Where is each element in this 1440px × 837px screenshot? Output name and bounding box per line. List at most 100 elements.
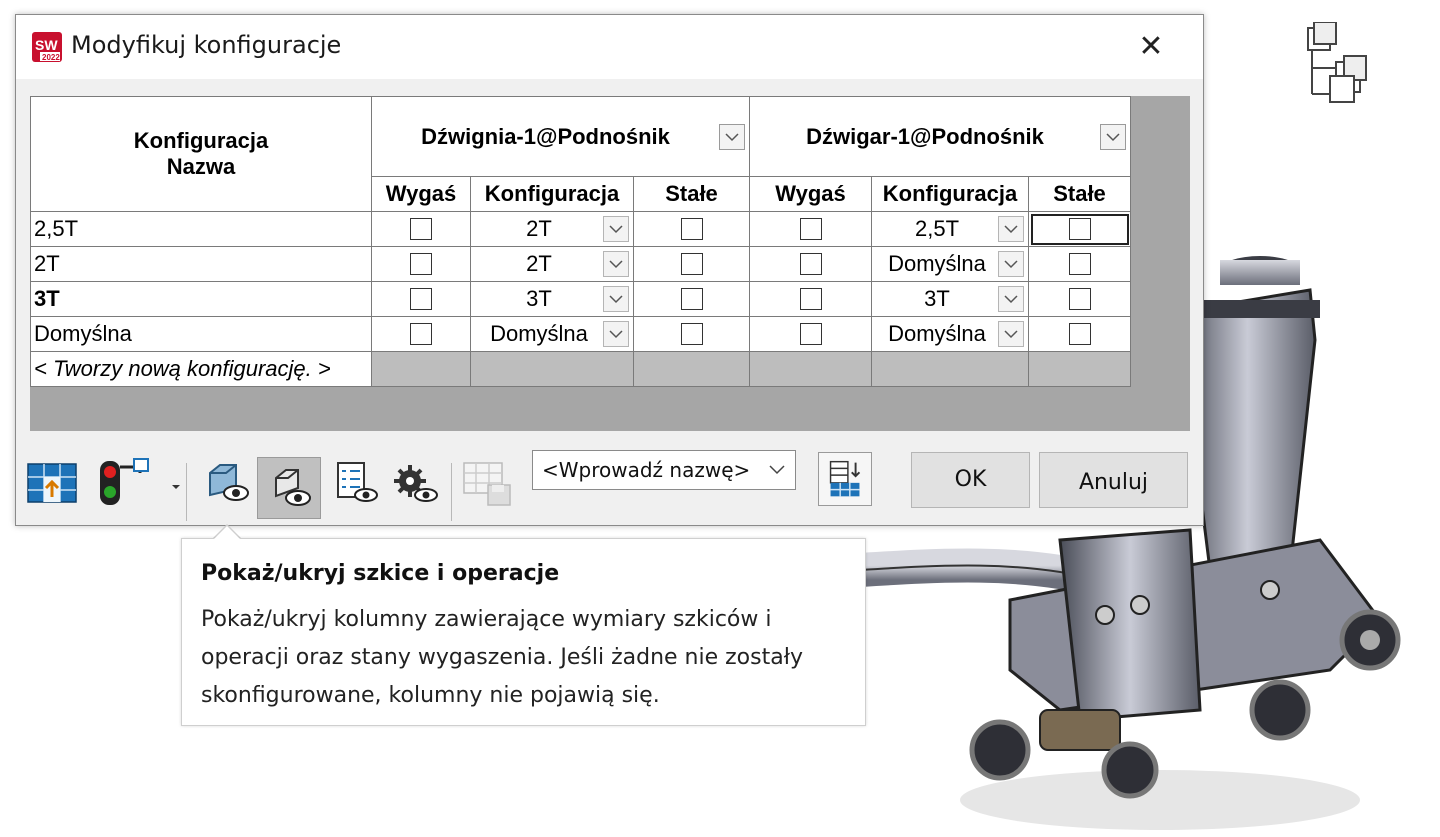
fixed-checkbox-cell[interactable] [633,316,750,352]
chevron-down-icon [1106,132,1120,141]
configuration-name-combo[interactable]: <Wprowadź nazwę> [532,450,796,490]
fixed-checkbox[interactable] [680,218,703,240]
configuration-dropdown[interactable] [603,251,629,277]
suppress-checkbox[interactable] [799,288,822,310]
suppress-checkbox-cell[interactable] [749,281,872,317]
configuration-select-cell[interactable]: 3T [470,281,634,317]
chevron-down-icon [609,260,623,269]
fixed-checkbox-cell[interactable] [633,211,750,247]
config-name-cell[interactable]: Domyślna [30,316,372,352]
suppress-checkbox-cell[interactable] [371,316,471,352]
fixed-checkbox[interactable] [680,323,703,345]
suppress-checkbox-cell[interactable] [749,316,872,352]
configuration-select-cell[interactable]: Domyślna [871,316,1029,352]
empty-cell [470,351,634,387]
toolbar-separator [451,463,452,521]
suppress-checkbox-cell[interactable] [749,211,872,247]
fixed-checkbox-cell[interactable] [1028,281,1131,317]
fixed-checkbox-cell[interactable] [1028,316,1131,352]
suppress-checkbox[interactable] [410,253,432,275]
fixed-checkbox-cell[interactable] [1028,211,1131,247]
empty-cell [871,351,1029,387]
configuration-dropdown[interactable] [998,216,1024,242]
fixed-header: Stałe [633,176,750,212]
configuration-dropdown[interactable] [603,216,629,242]
dialog-title: Modyfikuj konfiguracje [71,31,342,59]
toolbar-separator [186,463,187,521]
component-dropdown-button[interactable] [719,123,745,150]
suppress-checkbox-cell[interactable] [371,211,471,247]
configuration-select-cell[interactable]: Domyślna [871,246,1029,282]
configuration-dropdown[interactable] [603,286,629,312]
table-row: 2T 2T Domyślna [30,246,1131,282]
suppress-checkbox-cell[interactable] [749,246,872,282]
fixed-checkbox[interactable] [1068,288,1091,310]
configuration-select-cell[interactable]: 2T [470,211,634,247]
traffic-light-icon[interactable] [98,455,152,509]
show-hide-custom-props-icon[interactable] [330,455,384,509]
component-dropdown-button[interactable] [1100,123,1126,150]
show-hide-config-params-icon[interactable] [388,455,442,509]
empty-cell [1028,351,1131,387]
suppress-checkbox[interactable] [410,218,432,240]
fixed-checkbox[interactable] [680,288,703,310]
svg-text:2022: 2022 [42,53,60,62]
ok-button[interactable]: OK [911,452,1030,508]
suppress-checkbox[interactable] [799,218,822,240]
config-name-cell[interactable]: 2,5T [30,211,372,247]
configuration-dropdown[interactable] [998,321,1024,347]
configuration-name-header: Konfiguracja Nazwa [30,96,372,212]
table-row: Domyślna Domyślna Domyślna [30,316,1131,352]
configuration-dropdown[interactable] [998,286,1024,312]
chevron-down-icon [1004,260,1018,269]
suppress-checkbox[interactable] [410,288,432,310]
chevron-down-icon [1004,295,1018,304]
suppress-header: Wygaś [371,176,471,212]
new-configuration-cell[interactable]: < Tworzy nową konfigurację. > [30,351,372,387]
name-combo-value: <Wprowadź nazwę> [542,458,751,482]
configuration-dropdown[interactable] [998,251,1024,277]
config-name-cell[interactable]: 2T [30,246,372,282]
name-header-line2: Nazwa [166,154,236,179]
fixed-checkbox-cell[interactable] [633,246,750,282]
chevron-down-icon[interactable] [767,451,787,489]
config-name-cell[interactable]: 3T [30,281,372,317]
suppress-checkbox-cell[interactable] [371,281,471,317]
configuration-select-cell[interactable]: Domyślna [470,316,634,352]
table-view-options-icon[interactable] [818,452,872,506]
solidworks-2022-icon: SW 2022 [32,32,62,62]
configuration-select-cell[interactable]: 3T [871,281,1029,317]
save-table-icon[interactable] [460,455,514,509]
fixed-header: Stałe [1028,176,1131,212]
empty-cell [749,351,872,387]
cancel-button[interactable]: Anuluj [1039,452,1188,508]
fixed-checkbox[interactable] [1068,323,1091,345]
suppress-checkbox-cell[interactable] [371,246,471,282]
chevron-down-icon [609,295,623,304]
show-hide-features-icon[interactable] [200,455,254,509]
fixed-checkbox[interactable] [680,253,703,275]
tooltip-title: Pokaż/ukryj szkice i operacje [201,561,560,586]
suppress-header: Wygaś [749,176,872,212]
configuration-select-cell[interactable]: 2T [470,246,634,282]
empty-cell [371,351,471,387]
show-hide-sketches-button[interactable] [257,457,321,519]
fixed-checkbox-cell[interactable] [1028,246,1131,282]
apply-table-icon[interactable] [24,455,78,509]
new-configuration-row[interactable]: < Tworzy nową konfigurację. > [30,351,1131,387]
close-button[interactable]: ✕ [1126,23,1176,71]
show-hide-sketches-icon [275,469,311,506]
configuration-header: Konfiguracja [871,176,1029,212]
configuration-dropdown[interactable] [603,321,629,347]
tooltip-body: Pokaż/ukryj kolumny zawierające wymiary … [201,607,803,708]
suppress-checkbox[interactable] [799,323,822,345]
fixed-checkbox[interactable] [1068,253,1091,275]
fixed-checkbox[interactable] [1068,218,1091,240]
title-bar[interactable]: SW 2022 Modyfikuj konfiguracje ✕ [16,15,1203,79]
suppress-checkbox[interactable] [799,253,822,275]
configuration-select-cell[interactable]: 2,5T [871,211,1029,247]
fixed-checkbox-cell[interactable] [633,281,750,317]
traffic-light-dropdown-icon[interactable] [170,481,182,493]
feature-tree-icon[interactable] [1300,22,1380,106]
suppress-checkbox[interactable] [410,323,432,345]
